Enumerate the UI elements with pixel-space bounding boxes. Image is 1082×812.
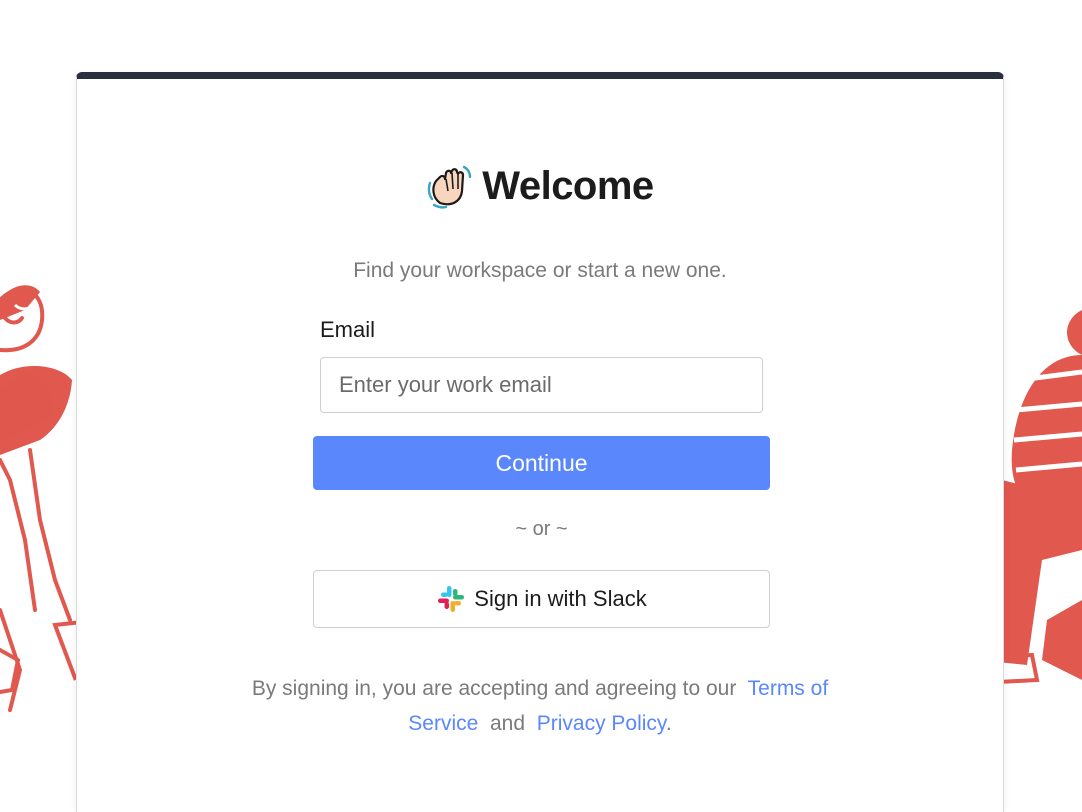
page-heading: Welcome xyxy=(77,163,1003,209)
page-subtitle: Find your workspace or start a new one. xyxy=(353,259,727,282)
legal-notice: By signing in, you are accepting and agr… xyxy=(77,671,1003,741)
legal-period: . xyxy=(665,712,672,735)
legal-prefix-text: By signing in, you are accepting and agr… xyxy=(251,677,737,700)
or-divider: ~ or ~ xyxy=(515,518,568,540)
privacy-policy-link[interactable]: Privacy Policy xyxy=(537,712,666,735)
legal-and-text: and xyxy=(490,712,526,735)
continue-button[interactable]: Continue xyxy=(313,436,770,490)
sign-in-with-slack-button[interactable]: Sign in with Slack xyxy=(313,570,770,628)
email-field[interactable] xyxy=(320,357,763,413)
slack-logo-icon xyxy=(438,586,465,612)
email-label: Email xyxy=(320,317,376,342)
login-card: Welcome Find your workspace or start a n… xyxy=(76,72,1004,812)
slack-button-label: Sign in with Slack xyxy=(474,586,647,611)
waving-hand-icon xyxy=(428,165,472,209)
terms-of-service-link-continued[interactable]: Service xyxy=(408,712,478,735)
page-title: Welcome xyxy=(482,163,654,208)
terms-of-service-link[interactable]: Terms of xyxy=(748,677,829,700)
